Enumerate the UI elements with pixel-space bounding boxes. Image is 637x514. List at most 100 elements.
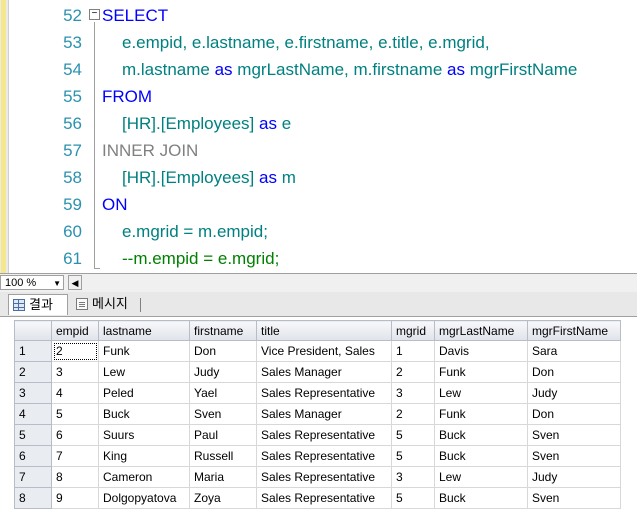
table-row[interactable]: 7 8 Cameron Maria Sales Representative 3 Lew Ju…	[14, 466, 621, 488]
grid-cell[interactable]: Buck	[98, 403, 190, 425]
line-number: 56	[63, 114, 82, 133]
row-number[interactable]: 6	[14, 445, 52, 467]
results-grid[interactable]: empid lastname firstname title mgrid mgrLastN…	[14, 320, 621, 509]
grid-corner-cell[interactable]	[14, 320, 52, 341]
grid-cell[interactable]: 8	[51, 466, 99, 488]
table-row[interactable]: 3 4 Peled Yael Sales Representative 3 Lew Judy	[14, 382, 621, 404]
scroll-left-button[interactable]: ◀	[68, 275, 82, 290]
row-number[interactable]: 1	[14, 340, 52, 362]
grid-cell[interactable]: 9	[51, 487, 99, 509]
grid-cell[interactable]: Sales Representative	[256, 424, 392, 446]
grid-cell[interactable]: Judy	[189, 361, 257, 383]
tab-results[interactable]: 결과	[8, 294, 68, 315]
grid-cell[interactable]: Don	[527, 403, 621, 425]
row-number[interactable]: 8	[14, 487, 52, 509]
table-row[interactable]: 8 9 Dolgopyatova Zoya Sales Representative 5 B…	[14, 487, 621, 509]
table-row[interactable]: 6 7 King Russell Sales Representative 5 Buck Sv…	[14, 445, 621, 467]
grid-cell[interactable]: 5	[391, 445, 435, 467]
grid-cell[interactable]: 3	[51, 361, 99, 383]
code-text: --m.empid = e.mgrid;	[122, 245, 279, 272]
code-text: SELECT	[102, 2, 168, 29]
grid-cell[interactable]: Peled	[98, 382, 190, 404]
line-number: 58	[63, 168, 82, 187]
grid-cell[interactable]: Dolgopyatova	[98, 487, 190, 509]
grid-cell[interactable]: Russell	[189, 445, 257, 467]
sql-editor[interactable]: 52− SELECT 53 e.empid, e.lastname, e.firstn…	[0, 0, 637, 273]
code-line: 52− SELECT	[0, 2, 637, 29]
column-header-lastname[interactable]: lastname	[98, 320, 190, 341]
grid-cell[interactable]: Don	[189, 340, 257, 362]
tab-messages[interactable]: 메시지	[72, 294, 142, 315]
grid-cell[interactable]: 2	[51, 340, 99, 362]
row-number[interactable]: 5	[14, 424, 52, 446]
grid-header-row: empid lastname firstname title mgrid mgrLastN…	[14, 320, 621, 341]
grid-cell[interactable]: Davis	[434, 340, 528, 362]
grid-cell[interactable]: King	[98, 445, 190, 467]
grid-cell[interactable]: Sales Representative	[256, 382, 392, 404]
grid-cell[interactable]: Vice President, Sales	[256, 340, 392, 362]
grid-cell[interactable]: Zoya	[189, 487, 257, 509]
table-row[interactable]: 5 6 Suurs Paul Sales Representative 5 Buck Sven	[14, 424, 621, 446]
grid-cell[interactable]: Suurs	[98, 424, 190, 446]
code-text: ON	[102, 191, 128, 218]
collapse-icon[interactable]: −	[89, 9, 100, 20]
grid-cell[interactable]: Funk	[98, 340, 190, 362]
editor-status-bar: 100 % ▼ ◀	[0, 273, 637, 293]
table-row[interactable]: 4 5 Buck Sven Sales Manager 2 Funk Don	[14, 403, 621, 425]
grid-cell[interactable]: Judy	[527, 382, 621, 404]
grid-cell[interactable]: 3	[391, 466, 435, 488]
grid-cell[interactable]: Sales Representative	[256, 487, 392, 509]
grid-cell[interactable]: Buck	[434, 445, 528, 467]
grid-cell[interactable]: Sara	[527, 340, 621, 362]
row-number[interactable]: 3	[14, 382, 52, 404]
grid-cell[interactable]: Lew	[434, 466, 528, 488]
grid-cell[interactable]: Paul	[189, 424, 257, 446]
table-row[interactable]: 2 3 Lew Judy Sales Manager 2 Funk Don	[14, 361, 621, 383]
line-number: 54	[63, 60, 82, 79]
grid-cell[interactable]: Funk	[434, 361, 528, 383]
grid-cell[interactable]: 5	[391, 424, 435, 446]
grid-cell[interactable]: Sales Representative	[256, 445, 392, 467]
grid-cell[interactable]: Buck	[434, 424, 528, 446]
grid-cell[interactable]: Sven	[527, 487, 621, 509]
grid-cell[interactable]: Funk	[434, 403, 528, 425]
column-header-mgrid[interactable]: mgrid	[391, 320, 435, 341]
row-number[interactable]: 2	[14, 361, 52, 383]
grid-cell[interactable]: Maria	[189, 466, 257, 488]
column-header-firstname[interactable]: firstname	[189, 320, 257, 341]
grid-cell[interactable]: 7	[51, 445, 99, 467]
row-number[interactable]: 4	[14, 403, 52, 425]
grid-cell[interactable]: Sven	[527, 445, 621, 467]
code-token: mgrLastName, m.firstname	[232, 60, 448, 79]
grid-cell[interactable]: Yael	[189, 382, 257, 404]
grid-cell[interactable]: Sales Representative	[256, 466, 392, 488]
grid-cell[interactable]: 6	[51, 424, 99, 446]
grid-cell[interactable]: Don	[527, 361, 621, 383]
table-row[interactable]: 1 2 Funk Don Vice President, Sales 1 Davis Sara	[14, 340, 621, 362]
grid-cell[interactable]: Sven	[189, 403, 257, 425]
grid-cell[interactable]: Cameron	[98, 466, 190, 488]
grid-cell[interactable]: 2	[391, 403, 435, 425]
grid-cell[interactable]: Sales Manager	[256, 361, 392, 383]
grid-cell[interactable]: Lew	[98, 361, 190, 383]
code-token: as	[447, 60, 465, 79]
column-header-empid[interactable]: empid	[51, 320, 99, 341]
grid-cell[interactable]: Lew	[434, 382, 528, 404]
grid-cell[interactable]: Sven	[527, 424, 621, 446]
grid-cell[interactable]: Judy	[527, 466, 621, 488]
tab-messages-label: 메시지	[92, 297, 128, 312]
grid-cell[interactable]: Sales Manager	[256, 403, 392, 425]
grid-cell[interactable]: 5	[391, 487, 435, 509]
row-number[interactable]: 7	[14, 466, 52, 488]
results-grid-panel[interactable]: empid lastname firstname title mgrid mgrLastN…	[0, 316, 637, 514]
grid-cell[interactable]: 5	[51, 403, 99, 425]
grid-cell[interactable]: 1	[391, 340, 435, 362]
column-header-mgrfirstname[interactable]: mgrFirstName	[527, 320, 621, 341]
column-header-mgrlastname[interactable]: mgrLastName	[434, 320, 528, 341]
grid-cell[interactable]: 2	[391, 361, 435, 383]
grid-cell[interactable]: Buck	[434, 487, 528, 509]
zoom-select[interactable]: 100 % ▼	[0, 275, 64, 290]
grid-cell[interactable]: 3	[391, 382, 435, 404]
column-header-title[interactable]: title	[256, 320, 392, 341]
grid-cell[interactable]: 4	[51, 382, 99, 404]
